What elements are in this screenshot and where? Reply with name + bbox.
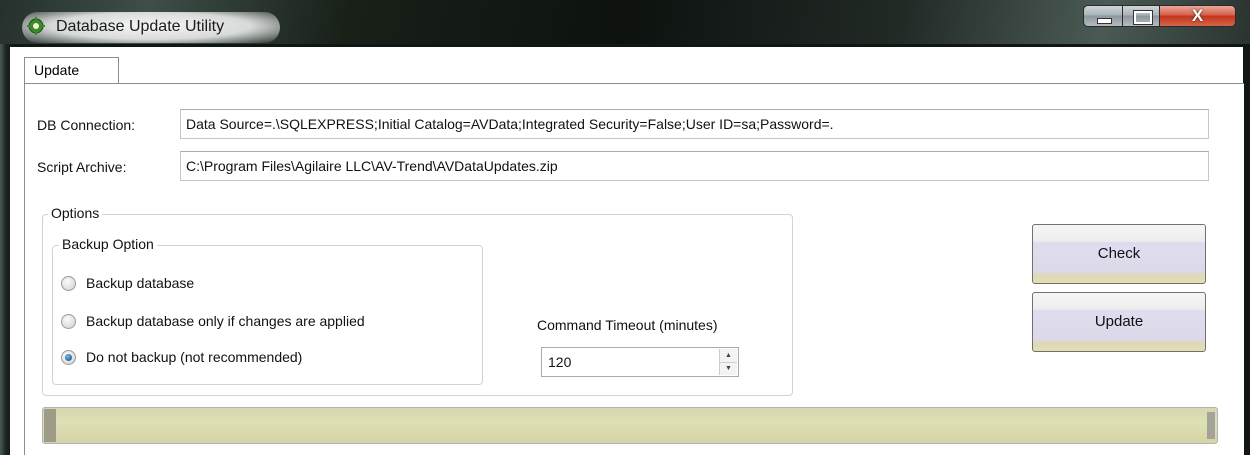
progress-fill <box>44 409 56 442</box>
app-window: Database Update Utility X Update DB Conn… <box>0 0 1250 455</box>
options-group-title: Options <box>48 205 103 221</box>
check-button-label: Check <box>1097 245 1141 262</box>
check-button[interactable]: Check <box>1032 224 1206 284</box>
close-button[interactable]: X <box>1159 5 1236 27</box>
command-timeout-input[interactable]: 120 ▲ ▼ <box>541 347 739 377</box>
progress-end-cap <box>1207 412 1215 439</box>
radio-label-backup-database[interactable]: Backup database <box>86 275 194 291</box>
tab-strip: Update <box>10 47 1243 84</box>
db-connection-field[interactable]: Data Source=.\SQLEXPRESS;Initial Catalog… <box>180 109 1209 139</box>
db-connection-label: DB Connection: <box>37 117 136 133</box>
title-bar[interactable]: Database Update Utility X <box>0 0 1250 44</box>
spin-buttons[interactable]: ▲ ▼ <box>719 349 737 375</box>
spin-down-icon[interactable]: ▼ <box>720 362 737 375</box>
progress-bar <box>42 407 1218 444</box>
tab-update[interactable]: Update <box>24 57 119 84</box>
radio-label-backup-if-changes[interactable]: Backup database only if changes are appl… <box>86 313 365 329</box>
maximize-button[interactable] <box>1122 5 1160 27</box>
script-archive-field[interactable]: C:\Program Files\Agilaire LLC\AV-Trend\A… <box>180 151 1209 181</box>
radio-do-not-backup[interactable] <box>61 350 76 365</box>
backup-option-title: Backup Option <box>59 236 157 252</box>
radio-backup-database[interactable] <box>61 276 76 291</box>
command-timeout-value[interactable]: 120 <box>548 354 571 370</box>
tab-page-update: DB Connection: Data Source=.\SQLEXPRESS;… <box>24 83 1244 455</box>
client-area: Update DB Connection: Data Source=.\SQLE… <box>10 47 1244 455</box>
radio-backup-if-changes[interactable] <box>61 314 76 329</box>
minimize-button[interactable] <box>1083 5 1123 27</box>
close-icon: X <box>1191 6 1204 25</box>
update-button[interactable]: Update <box>1032 292 1206 352</box>
command-timeout-label: Command Timeout (minutes) <box>537 317 718 333</box>
script-archive-label: Script Archive: <box>37 159 127 175</box>
gear-icon <box>27 17 45 35</box>
radio-label-do-not-backup[interactable]: Do not backup (not recommended) <box>86 349 302 365</box>
backup-option-group: Backup Option Backup database Backup dat… <box>52 236 483 385</box>
update-button-label: Update <box>1094 313 1144 330</box>
spin-up-icon[interactable]: ▲ <box>720 349 737 363</box>
window-title: Database Update Utility <box>56 18 225 35</box>
